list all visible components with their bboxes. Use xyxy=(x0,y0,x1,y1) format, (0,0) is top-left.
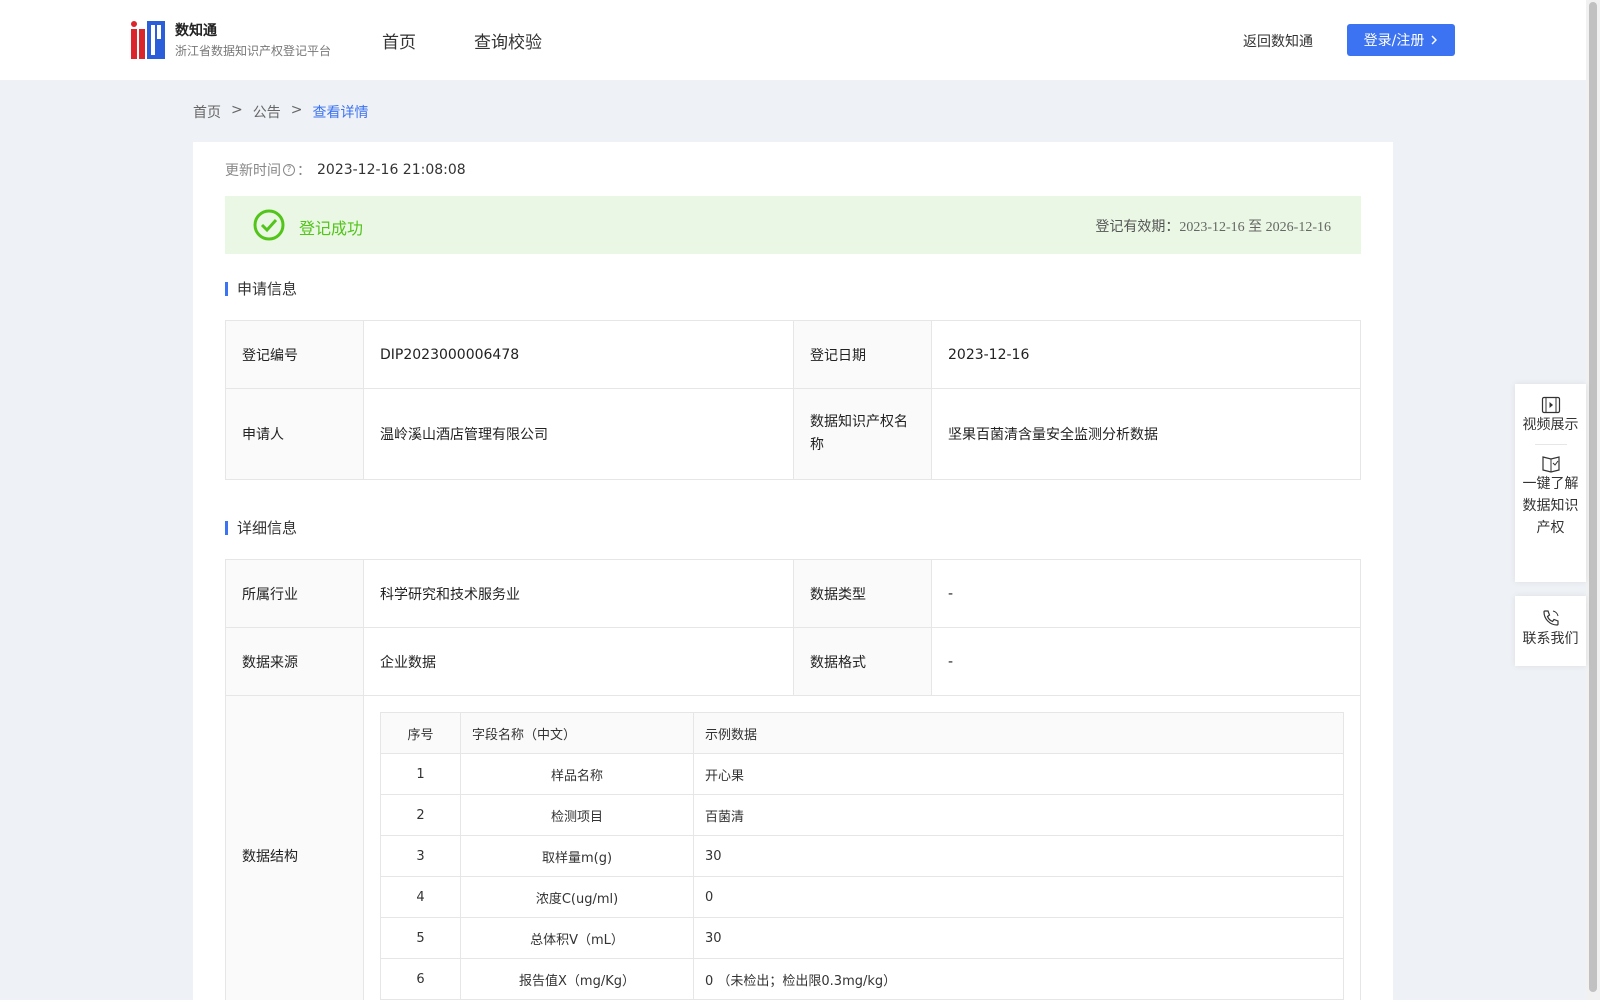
update-time-value: 2023-12-16 21:08:08 xyxy=(317,162,466,178)
detail-card: 更新时间 ? ： 2023-12-16 21:08:08 登记成功 登记有效期：… xyxy=(193,142,1393,1000)
question-icon[interactable]: ? xyxy=(283,164,295,176)
nav-query-verify[interactable]: 查询校验 xyxy=(474,28,542,53)
row-example: 30 xyxy=(693,835,1344,877)
chevron-right-icon xyxy=(1431,35,1438,45)
row-example: 百菌清 xyxy=(693,794,1344,836)
row-example: 开心果 xyxy=(693,753,1344,795)
book-icon xyxy=(1541,456,1560,473)
validity-value: 2023-12-16 至 2026-12-16 xyxy=(1179,220,1331,235)
applicant-value: 温岭溪山酒店管理有限公司 xyxy=(363,388,794,480)
row-example: 0 （未检出；检出限0.3mg/kg） xyxy=(693,958,1344,1000)
table-row: 6 报告值X（mg/Kg） 0 （未检出；检出限0.3mg/kg） xyxy=(380,958,1344,1000)
data-source-label: 数据来源 xyxy=(225,627,364,696)
row-example: 30 xyxy=(693,917,1344,959)
table-row: 申请人 温岭溪山酒店管理有限公司 数据知识产权名称 坚果百菌清含量安全监测分析数… xyxy=(225,388,1361,480)
brand-name: 数知通 xyxy=(175,23,217,39)
brand-subtitle: 浙江省数据知识产权登记平台 xyxy=(175,44,332,58)
divider xyxy=(1534,444,1567,445)
check-circle-icon xyxy=(253,209,285,241)
validity-period: 登记有效期：2023-12-16 至 2026-12-16 xyxy=(1095,216,1331,236)
row-field: 取样量m(g) xyxy=(460,835,694,877)
reg-no-value: DIP2023000006478 xyxy=(363,320,794,389)
nav-home[interactable]: 首页 xyxy=(382,28,416,53)
contact-float-panel: 联系我们 xyxy=(1515,596,1586,666)
table-row: 数据来源 企业数据 数据格式 - xyxy=(225,627,1361,696)
data-format-value: - xyxy=(931,627,1361,696)
table-row: 登记编号 DIP2023000006478 登记日期 2023-12-16 xyxy=(225,320,1361,389)
login-register-button[interactable]: 登录/注册 xyxy=(1347,24,1455,56)
ip-name-value: 坚果百菌清含量安全监测分析数据 xyxy=(931,388,1361,480)
industry-value: 科学研究和技术服务业 xyxy=(363,559,794,628)
column-header-no: 序号 xyxy=(380,712,461,754)
reg-date-value: 2023-12-16 xyxy=(931,320,1361,389)
data-source-value: 企业数据 xyxy=(363,627,794,696)
table-header-row: 序号 字段名称（中文） 示例数据 xyxy=(380,712,1344,754)
learn-ip-button[interactable]: 一键了解数据知识产权 xyxy=(1521,453,1581,539)
table-row: 5 总体积V（mL） 30 xyxy=(380,917,1344,959)
table-row: 所属行业 科学研究和技术服务业 数据类型 - xyxy=(225,559,1361,628)
row-field: 报告值X（mg/Kg） xyxy=(460,958,694,1000)
side-float-panel: 视频展示 一键了解数据知识产权 xyxy=(1515,384,1586,582)
scrollbar-thumb[interactable] xyxy=(1589,2,1597,992)
row-no: 6 xyxy=(380,958,461,1000)
reg-no-label: 登记编号 xyxy=(225,320,364,389)
contact-us-label: 联系我们 xyxy=(1522,631,1579,647)
table-row: 数据结构 序号 字段名称（中文） 示例数据 1 样品名称 开心果 2 检测项目 … xyxy=(225,695,1361,1000)
reg-date-label: 登记日期 xyxy=(793,320,932,389)
data-structure-cell: 序号 字段名称（中文） 示例数据 1 样品名称 开心果 2 检测项目 百菌清 3… xyxy=(363,695,1361,1000)
row-example: 0 xyxy=(693,876,1344,918)
video-icon xyxy=(1541,396,1560,414)
row-no: 5 xyxy=(380,917,461,959)
video-showcase-label: 视频展示 xyxy=(1522,417,1579,433)
top-header: 数知通 浙江省数据知识产权登记平台 首页 查询校验 返回数知通 登录/注册 xyxy=(0,0,1586,80)
validity-label: 登记有效期： xyxy=(1095,219,1180,235)
logo-icon[interactable] xyxy=(131,21,165,59)
ip-name-label: 数据知识产权名称 xyxy=(793,388,932,480)
breadcrumb-separator: > xyxy=(290,102,303,118)
apply-info-table: 登记编号 DIP2023000006478 登记日期 2023-12-16 申请… xyxy=(225,320,1361,480)
breadcrumb-current: 查看详情 xyxy=(312,105,369,121)
data-type-label: 数据类型 xyxy=(793,559,932,628)
page-scrollbar[interactable] xyxy=(1586,0,1600,1000)
breadcrumb-separator: > xyxy=(231,102,243,118)
row-no: 1 xyxy=(380,753,461,795)
industry-label: 所属行业 xyxy=(225,559,364,628)
update-time-row: 更新时间 ? ： 2023-12-16 21:08:08 xyxy=(225,162,466,179)
update-time-label: 更新时间 xyxy=(225,163,281,179)
breadcrumb-notice[interactable]: 公告 xyxy=(253,102,281,122)
status-text: 登记成功 xyxy=(299,219,364,238)
row-field: 检测项目 xyxy=(460,794,694,836)
row-no: 4 xyxy=(380,876,461,918)
status-banner: 登记成功 登记有效期：2023-12-16 至 2026-12-16 xyxy=(225,196,1361,254)
row-field: 样品名称 xyxy=(460,753,694,795)
row-no: 2 xyxy=(380,794,461,836)
contact-us-button[interactable]: 联系我们 xyxy=(1523,608,1579,650)
table-row: 4 浓度C(ug/ml) 0 xyxy=(380,876,1344,918)
back-to-shuzhitong-link[interactable]: 返回数知通 xyxy=(1243,31,1313,51)
column-header-field: 字段名称（中文） xyxy=(460,712,694,754)
data-structure-label: 数据结构 xyxy=(225,695,364,1000)
applicant-label: 申请人 xyxy=(225,388,364,480)
table-row: 2 检测项目 百菌清 xyxy=(380,794,1344,836)
learn-ip-label: 一键了解数据知识产权 xyxy=(1522,476,1579,536)
column-header-example: 示例数据 xyxy=(693,712,1344,754)
row-field: 总体积V（mL） xyxy=(460,917,694,959)
data-format-label: 数据格式 xyxy=(793,627,932,696)
row-field: 浓度C(ug/ml) xyxy=(460,876,694,918)
breadcrumb-home[interactable]: 首页 xyxy=(193,102,221,122)
data-type-value: - xyxy=(931,559,1361,628)
table-row: 1 样品名称 开心果 xyxy=(380,753,1344,795)
section-title-apply-info: 申请信息 xyxy=(225,282,297,297)
video-showcase-button[interactable]: 视频展示 xyxy=(1523,396,1579,436)
login-register-label: 登录/注册 xyxy=(1363,33,1425,49)
breadcrumb: 首页 > 公告 > 查看详情 xyxy=(193,102,368,122)
phone-icon xyxy=(1542,610,1559,626)
row-no: 3 xyxy=(380,835,461,877)
data-structure-table: 序号 字段名称（中文） 示例数据 1 样品名称 开心果 2 检测项目 百菌清 3… xyxy=(380,712,1344,1000)
detail-info-table: 所属行业 科学研究和技术服务业 数据类型 - 数据来源 企业数据 数据格式 - … xyxy=(225,559,1361,1000)
section-title-detail-info: 详细信息 xyxy=(225,521,297,536)
table-row: 3 取样量m(g) 30 xyxy=(380,835,1344,877)
